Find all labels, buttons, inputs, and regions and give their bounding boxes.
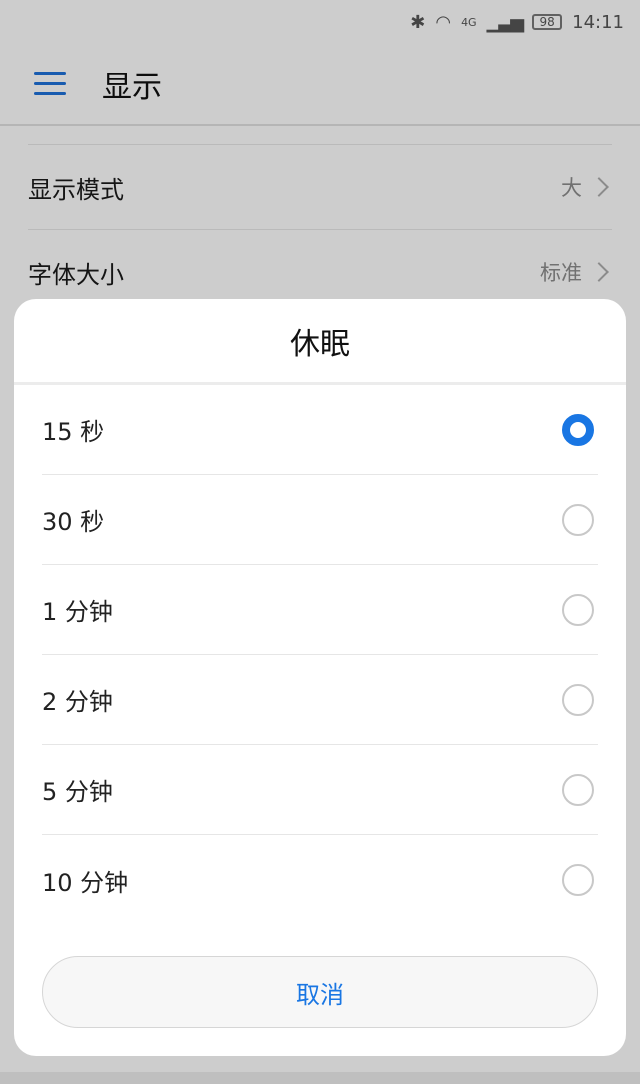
- option-label: 30 秒: [42, 508, 105, 536]
- radio-icon[interactable]: [562, 503, 594, 536]
- option-label: 5 分钟: [42, 778, 113, 806]
- option-label: 15 秒: [42, 418, 105, 446]
- radio-icon[interactable]: [562, 773, 594, 806]
- option-5min[interactable]: 5 分钟: [42, 745, 598, 835]
- cancel-button[interactable]: 取消: [42, 956, 598, 1028]
- sleep-options: 15 秒 30 秒 1 分钟 2 分钟 5 分钟 10 分钟: [14, 385, 626, 925]
- option-15s[interactable]: 15 秒: [42, 385, 598, 475]
- option-10min[interactable]: 10 分钟: [42, 835, 598, 925]
- option-30s[interactable]: 30 秒: [42, 475, 598, 565]
- option-label: 10 分钟: [42, 868, 129, 897]
- option-label: 1 分钟: [42, 598, 113, 626]
- option-2min[interactable]: 2 分钟: [42, 655, 598, 745]
- radio-icon[interactable]: [562, 683, 594, 716]
- option-1min[interactable]: 1 分钟: [42, 565, 598, 655]
- option-label: 2 分钟: [42, 688, 113, 716]
- radio-icon[interactable]: [562, 593, 594, 626]
- radio-icon[interactable]: [562, 864, 594, 896]
- sleep-dialog: 休眠 15 秒 30 秒 1 分钟 2 分钟 5 分钟 10 分钟 取消: [14, 299, 626, 1056]
- radio-selected-icon[interactable]: [562, 413, 594, 446]
- dialog-title: 休眠: [14, 299, 626, 385]
